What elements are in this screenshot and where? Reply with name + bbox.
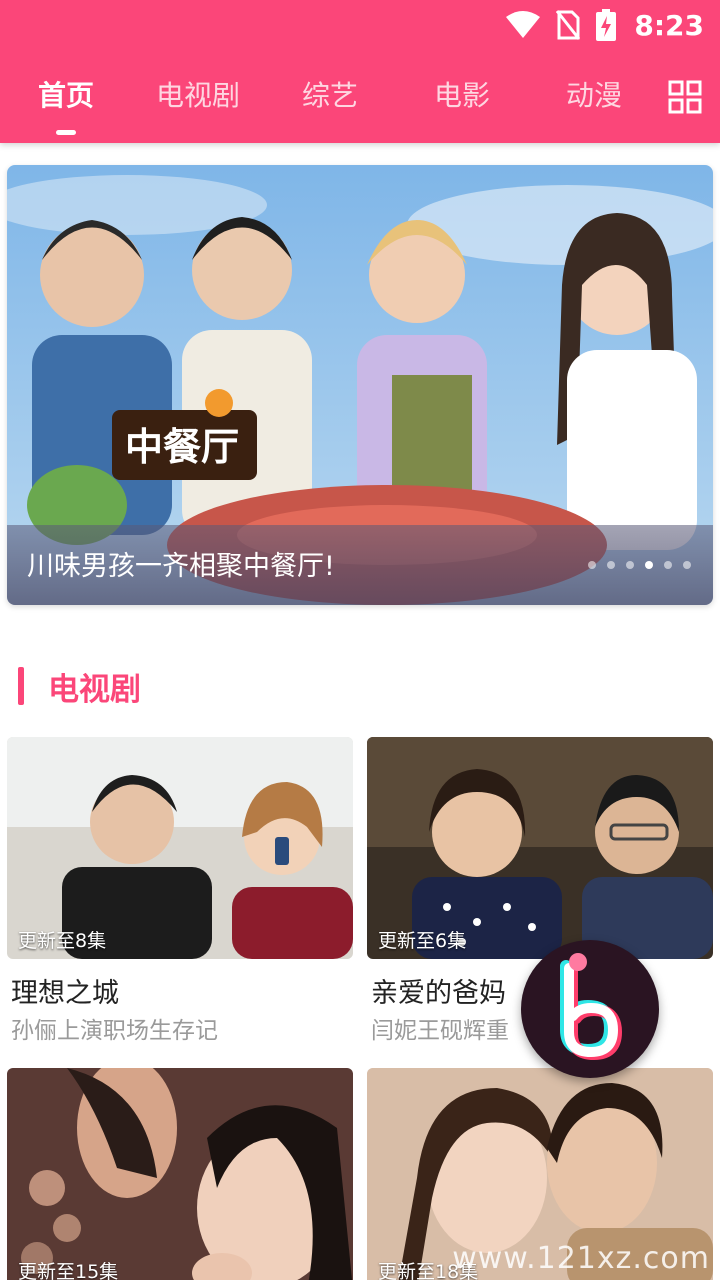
pagination-dot[interactable] <box>683 561 691 569</box>
tab-anime[interactable]: 动漫 <box>534 72 654 120</box>
show-title: 亲爱的爸妈 <box>371 978 506 1009</box>
update-badge: 更新至15集 <box>18 1261 119 1280</box>
banner-pagination <box>588 561 691 569</box>
svg-text:中餐厅: 中餐厅 <box>125 425 239 469</box>
section-accent-bar <box>18 667 24 705</box>
pagination-dot-active[interactable] <box>645 561 653 569</box>
featured-banner[interactable]: 中餐厅 川味男孩一齐相聚中餐厅! <box>7 165 713 605</box>
battery-charging-icon <box>596 9 617 41</box>
show-thumbnail: 更新至15集 <box>7 1068 353 1280</box>
show-card[interactable]: 更新至15集 <box>7 1068 353 1280</box>
pagination-dot[interactable] <box>588 561 596 569</box>
pagination-dot[interactable] <box>607 561 615 569</box>
show-card[interactable]: 更新至6集 亲爱的爸妈 闫妮王砚辉重 <box>367 737 713 1044</box>
tab-tv-series[interactable]: 电视剧 <box>138 72 258 120</box>
category-tabs: 首页 电视剧 综艺 电影 动漫 <box>0 72 720 136</box>
watermark: www.121xz.com <box>452 1241 710 1276</box>
show-thumbnail: 更新至6集 <box>367 737 713 959</box>
show-subtitle: 闫妮王砚辉重 <box>371 1018 509 1044</box>
app-header: 8:23 首页 电视剧 综艺 电影 动漫 <box>0 0 720 143</box>
no-sim-icon <box>556 10 581 40</box>
floating-app-logo-button[interactable] <box>521 940 659 1078</box>
show-title: 理想之城 <box>11 978 119 1009</box>
pagination-dot[interactable] <box>664 561 672 569</box>
pagination-dot[interactable] <box>626 561 634 569</box>
status-bar: 8:23 <box>506 6 704 44</box>
show-thumbnail: 更新至8集 <box>7 737 353 959</box>
show-card[interactable]: 更新至8集 理想之城 孙俪上演职场生存记 <box>7 737 353 1044</box>
tab-home[interactable]: 首页 <box>6 72 126 120</box>
section-title: 电视剧 <box>48 672 141 708</box>
update-badge: 更新至8集 <box>18 930 107 952</box>
update-badge: 更新至6集 <box>378 930 467 952</box>
active-tab-indicator <box>56 130 76 135</box>
show-subtitle: 孙俪上演职场生存记 <box>11 1018 218 1044</box>
app-logo-icon <box>560 953 623 1061</box>
tab-movies[interactable]: 电影 <box>402 72 522 120</box>
tab-variety[interactable]: 综艺 <box>270 72 390 120</box>
wifi-icon <box>506 11 541 39</box>
grid-menu-icon[interactable] <box>668 80 702 114</box>
banner-caption: 川味男孩一齐相聚中餐厅! <box>27 551 335 582</box>
status-time: 8:23 <box>634 8 704 42</box>
